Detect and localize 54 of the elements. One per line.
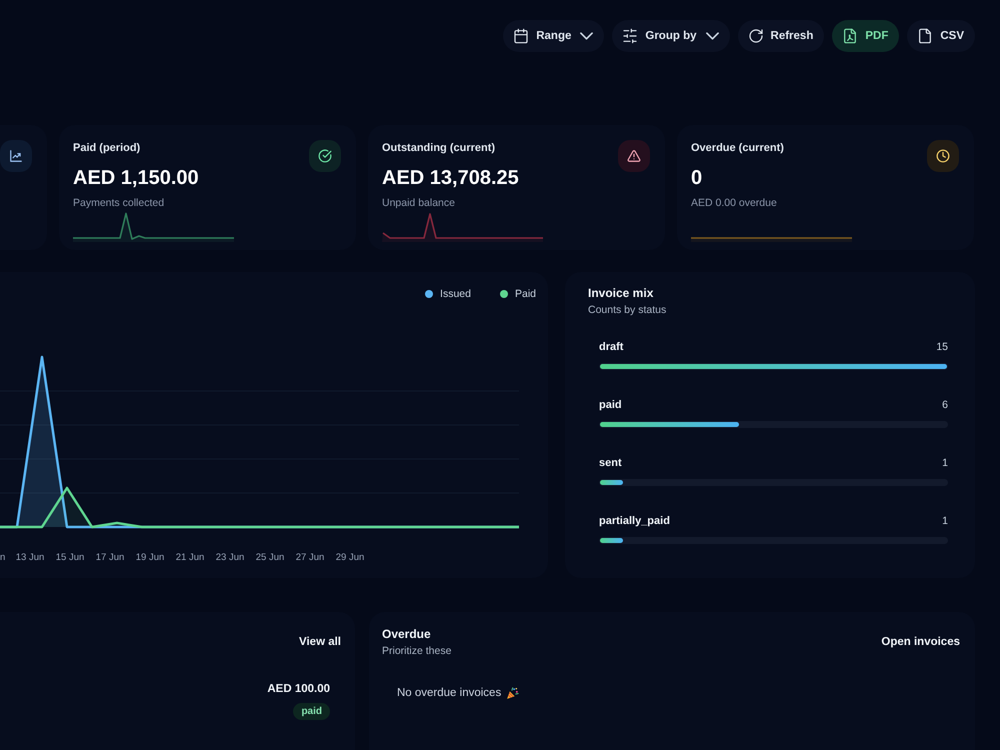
pdf-button[interactable]: PDF: [832, 20, 900, 52]
amount-text: AED 100.00: [267, 682, 330, 696]
kpi-title: Overdue (current): [691, 141, 784, 155]
open-invoices-link[interactable]: Open invoices: [881, 636, 960, 648]
axis-label: 29 Jun: [334, 552, 366, 564]
range-button[interactable]: Range: [503, 20, 604, 52]
status-count: 1: [942, 457, 948, 469]
axis-label: n: [0, 552, 6, 564]
kpi-caption: Unpaid balance: [382, 197, 455, 210]
status-label: draft: [599, 341, 624, 353]
panel-title: Invoice mix: [588, 285, 654, 301]
view-all-link[interactable]: View all: [299, 636, 341, 648]
grouping-button[interactable]: Group by: [612, 20, 730, 52]
status-count: 15: [936, 341, 948, 353]
axis-label: 25 Jun: [254, 552, 286, 564]
refresh-icon: [748, 28, 764, 44]
status-label: sent: [599, 457, 622, 469]
axis-label: 21 Jun: [174, 552, 206, 564]
empty-message: No overdue invoices: [397, 686, 502, 700]
panel-subtitle: Prioritize these: [382, 644, 452, 658]
axis-label: 23 Jun: [214, 552, 246, 564]
panel-subtitle: Counts by status: [588, 303, 668, 317]
kpi-value: AED 1,150.00: [73, 166, 199, 190]
clock-icon: [927, 140, 959, 172]
party-popper-icon: [506, 686, 520, 700]
legend-label: Paid: [514, 288, 536, 300]
axis-label: 17 Jun: [94, 552, 126, 564]
sliders-icon: [622, 28, 638, 44]
kpi-value: 0: [691, 166, 702, 190]
kpi-caption: Payments collected: [73, 197, 164, 210]
chevron-down-icon: [706, 32, 719, 40]
axis-label: 19 Jun: [134, 552, 166, 564]
line-chart-icon: [0, 140, 32, 172]
csv-button[interactable]: CSV: [907, 20, 975, 52]
status-count: 6: [942, 399, 948, 411]
warning-icon: [618, 140, 650, 172]
calendar-icon: [513, 28, 530, 44]
kpi-value: AED 13,708.25: [382, 166, 519, 190]
axis-label: 15 Jun: [54, 552, 86, 564]
status-count: 1: [942, 515, 948, 527]
chevron-down-icon: [580, 32, 594, 40]
kpi-caption: AED 0.00 overdue: [691, 197, 777, 210]
axis-label: 27 Jun: [294, 552, 326, 564]
axis-label: 13 Jun: [14, 552, 46, 564]
pdf-file-icon: [842, 28, 858, 44]
status-label: partially_paid: [599, 515, 670, 527]
kpi-title: Paid (period): [73, 141, 140, 155]
file-icon: [917, 28, 934, 44]
status-badge: paid: [293, 703, 330, 720]
refresh-button[interactable]: Refresh: [738, 20, 824, 52]
legend-label: Issued: [440, 288, 471, 300]
kpi-title: Outstanding (current): [382, 141, 496, 155]
panel-title: Overdue: [382, 626, 432, 642]
status-label: paid: [599, 399, 622, 411]
